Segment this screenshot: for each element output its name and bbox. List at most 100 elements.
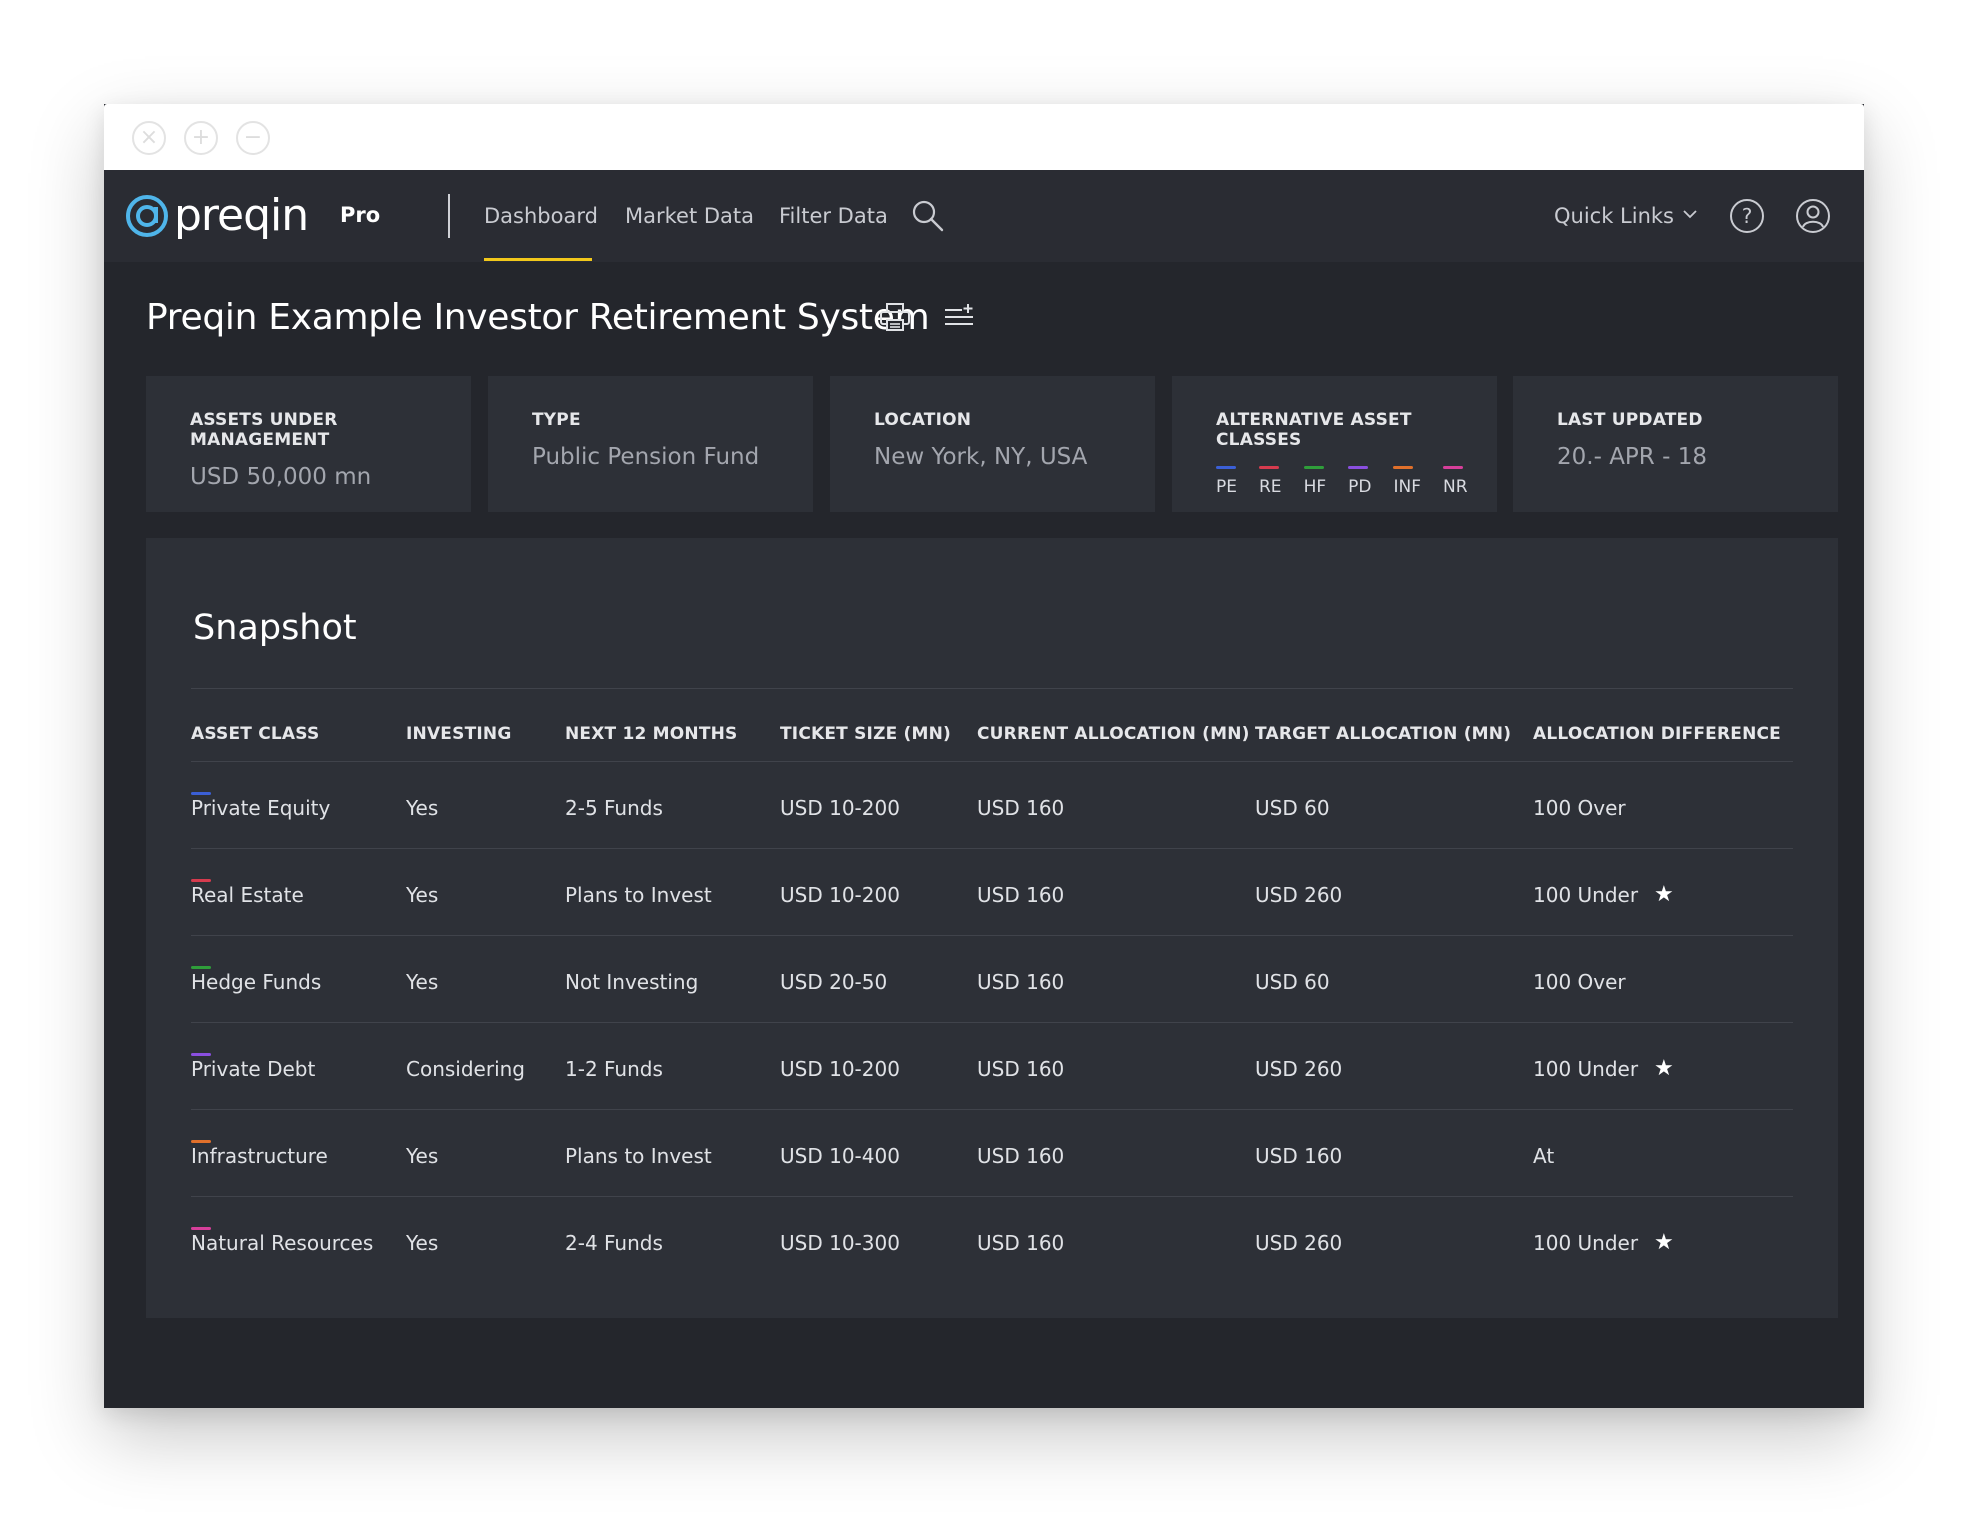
table-row[interactable]: Hedge Funds Yes Not Investing USD 20-50 USD … bbox=[191, 936, 1793, 1023]
cell-current: USD 160 bbox=[977, 970, 1065, 994]
cell-difference: 100 Over bbox=[1533, 970, 1626, 994]
col-header-ticket-size[interactable]: TICKET SIZE (MN) bbox=[780, 724, 951, 744]
cell-next12: 1-2 Funds bbox=[565, 1057, 663, 1081]
cell-ticket: USD 10-200 bbox=[780, 796, 900, 820]
active-tab-indicator bbox=[484, 258, 592, 261]
chevron-down-icon[interactable] bbox=[1682, 208, 1698, 220]
color-bar bbox=[1442, 466, 1463, 469]
search-icon[interactable] bbox=[910, 198, 946, 234]
asset-class-chip: HF bbox=[1303, 466, 1326, 497]
help-icon[interactable]: ? bbox=[1728, 197, 1766, 235]
table-row[interactable]: Real Estate Yes Plans to Invest USD 10-200 U… bbox=[191, 849, 1793, 936]
asset-class-color-bar bbox=[191, 792, 211, 795]
col-header-current-allocation[interactable]: CURRENT ALLOCATION (MN) bbox=[977, 724, 1250, 744]
cell-next12: Not Investing bbox=[565, 970, 699, 994]
col-header-asset-class[interactable]: ASSET CLASS bbox=[191, 724, 319, 744]
cell-target: USD 60 bbox=[1255, 970, 1330, 994]
cell-difference: 100 Under bbox=[1533, 1231, 1639, 1255]
cell-asset-class[interactable]: Real Estate bbox=[191, 883, 304, 907]
cell-investing: Yes bbox=[406, 796, 439, 820]
plus-icon[interactable]: + bbox=[184, 121, 218, 155]
cell-investing: Yes bbox=[406, 970, 439, 994]
cell-investing: Considering bbox=[406, 1057, 526, 1081]
add-to-list-icon[interactable] bbox=[942, 302, 976, 332]
minus-icon[interactable]: − bbox=[236, 121, 270, 155]
cell-asset-class[interactable]: Hedge Funds bbox=[191, 970, 321, 994]
cell-target: USD 260 bbox=[1255, 883, 1343, 907]
asset-class-color-bar bbox=[191, 1227, 211, 1230]
app-window: × + − preqin Pro Dashboard Market Data F… bbox=[104, 104, 1864, 1408]
cell-target: USD 260 bbox=[1255, 1057, 1343, 1081]
asset-class-code: RE bbox=[1259, 477, 1282, 497]
table-row[interactable]: Private Debt Considering 1-2 Funds USD 10-2… bbox=[191, 1023, 1793, 1110]
color-bar bbox=[1216, 466, 1236, 469]
snapshot-title: Snapshot bbox=[193, 608, 357, 648]
card-aum-value: USD 50,000 mn bbox=[190, 464, 372, 490]
table-row[interactable]: Natural Resources Yes 2-4 Funds USD 10-300 U… bbox=[191, 1197, 1793, 1284]
card-location: LOCATION New York, NY, USA bbox=[830, 376, 1155, 512]
asset-class-code: PD bbox=[1348, 477, 1372, 497]
asset-class-color-bar bbox=[191, 1053, 211, 1056]
card-asset-classes: ALTERNATIVE ASSET CLASSES PE RE HF PD IN… bbox=[1172, 376, 1497, 512]
info-cards: ASSETS UNDER MANAGEMENT USD 50,000 mn TY… bbox=[146, 376, 1838, 512]
user-icon[interactable] bbox=[1794, 197, 1832, 235]
table-row[interactable]: Infrastructure Yes Plans to Invest USD 10-4… bbox=[191, 1110, 1793, 1197]
cell-target: USD 160 bbox=[1255, 1144, 1343, 1168]
cell-difference: 100 Under bbox=[1533, 1057, 1639, 1081]
star-icon[interactable]: ★ bbox=[1654, 1057, 1674, 1081]
window-titlebar: × + − bbox=[104, 104, 1864, 170]
cell-current: USD 160 bbox=[977, 1144, 1065, 1168]
cell-current: USD 160 bbox=[977, 1057, 1065, 1081]
color-bar bbox=[1259, 466, 1279, 469]
asset-class-list: PE RE HF PD INF NR bbox=[1216, 466, 1497, 497]
cell-ticket: USD 10-400 bbox=[780, 1144, 900, 1168]
top-navbar: preqin Pro Dashboard Market Data Filter … bbox=[104, 170, 1864, 262]
cell-asset-class[interactable]: Natural Resources bbox=[191, 1231, 373, 1255]
cell-next12: 2-4 Funds bbox=[565, 1231, 663, 1255]
star-icon[interactable]: ★ bbox=[1654, 883, 1674, 907]
cell-asset-class[interactable]: Infrastructure bbox=[191, 1144, 328, 1168]
asset-class-chip: PE bbox=[1216, 466, 1237, 497]
cell-ticket: USD 20-50 bbox=[780, 970, 888, 994]
col-header-target-allocation[interactable]: TARGET ALLOCATION (MN) bbox=[1255, 724, 1511, 744]
close-icon[interactable]: × bbox=[132, 121, 166, 155]
cell-next12: Plans to Invest bbox=[565, 883, 712, 907]
cell-ticket: USD 10-200 bbox=[780, 883, 900, 907]
preqin-logo[interactable]: preqin bbox=[124, 190, 309, 242]
card-last-updated: LAST UPDATED 20.- APR - 18 bbox=[1513, 376, 1838, 512]
card-updated-value: 20.- APR - 18 bbox=[1557, 444, 1707, 470]
cell-current: USD 160 bbox=[977, 796, 1065, 820]
stage: × + − preqin Pro Dashboard Market Data F… bbox=[0, 0, 1976, 1520]
asset-class-chip: NR bbox=[1442, 466, 1468, 497]
color-bar bbox=[1348, 466, 1369, 469]
asset-class-chip: PD bbox=[1348, 466, 1371, 497]
cell-current: USD 160 bbox=[977, 1231, 1065, 1255]
asset-class-code: INF bbox=[1393, 477, 1421, 497]
nav-link-filter-data[interactable]: Filter Data bbox=[779, 200, 888, 232]
cell-asset-class[interactable]: Private Debt bbox=[191, 1057, 315, 1081]
cell-ticket: USD 10-300 bbox=[780, 1231, 900, 1255]
col-header-allocation-difference[interactable]: ALLOCATION DIFFERENCE bbox=[1533, 724, 1781, 744]
star-icon[interactable]: ★ bbox=[1654, 1231, 1674, 1255]
col-header-investing[interactable]: INVESTING bbox=[406, 724, 511, 744]
nav-link-dashboard[interactable]: Dashboard bbox=[484, 200, 598, 232]
page-title: Preqin Example Investor Retirement Syste… bbox=[146, 296, 930, 338]
print-icon[interactable] bbox=[878, 300, 912, 334]
logo-at-icon bbox=[126, 195, 168, 237]
card-aum-label: ASSETS UNDER MANAGEMENT bbox=[190, 410, 338, 450]
svg-text:?: ? bbox=[1742, 204, 1753, 228]
col-header-next-12-months[interactable]: NEXT 12 MONTHS bbox=[565, 724, 738, 744]
cell-difference: 100 Under bbox=[1533, 883, 1639, 907]
nav-link-market-data[interactable]: Market Data bbox=[625, 200, 754, 232]
card-type-label: TYPE bbox=[532, 410, 581, 430]
color-bar bbox=[1303, 466, 1324, 469]
cell-investing: Yes bbox=[406, 1144, 439, 1168]
cell-next12: Plans to Invest bbox=[565, 1144, 712, 1168]
card-location-value: New York, NY, USA bbox=[874, 444, 1088, 470]
cell-asset-class[interactable]: Private Equity bbox=[191, 796, 330, 820]
card-updated-label: LAST UPDATED bbox=[1557, 410, 1703, 430]
quick-links-dropdown[interactable]: Quick Links bbox=[1554, 200, 1674, 232]
snapshot-panel: Snapshot ASSET CLASS INVESTING NEXT 12 M… bbox=[146, 538, 1838, 1318]
asset-class-color-bar bbox=[191, 879, 211, 882]
table-row[interactable]: Private Equity Yes 2-5 Funds USD 10-200 USD … bbox=[191, 762, 1793, 849]
